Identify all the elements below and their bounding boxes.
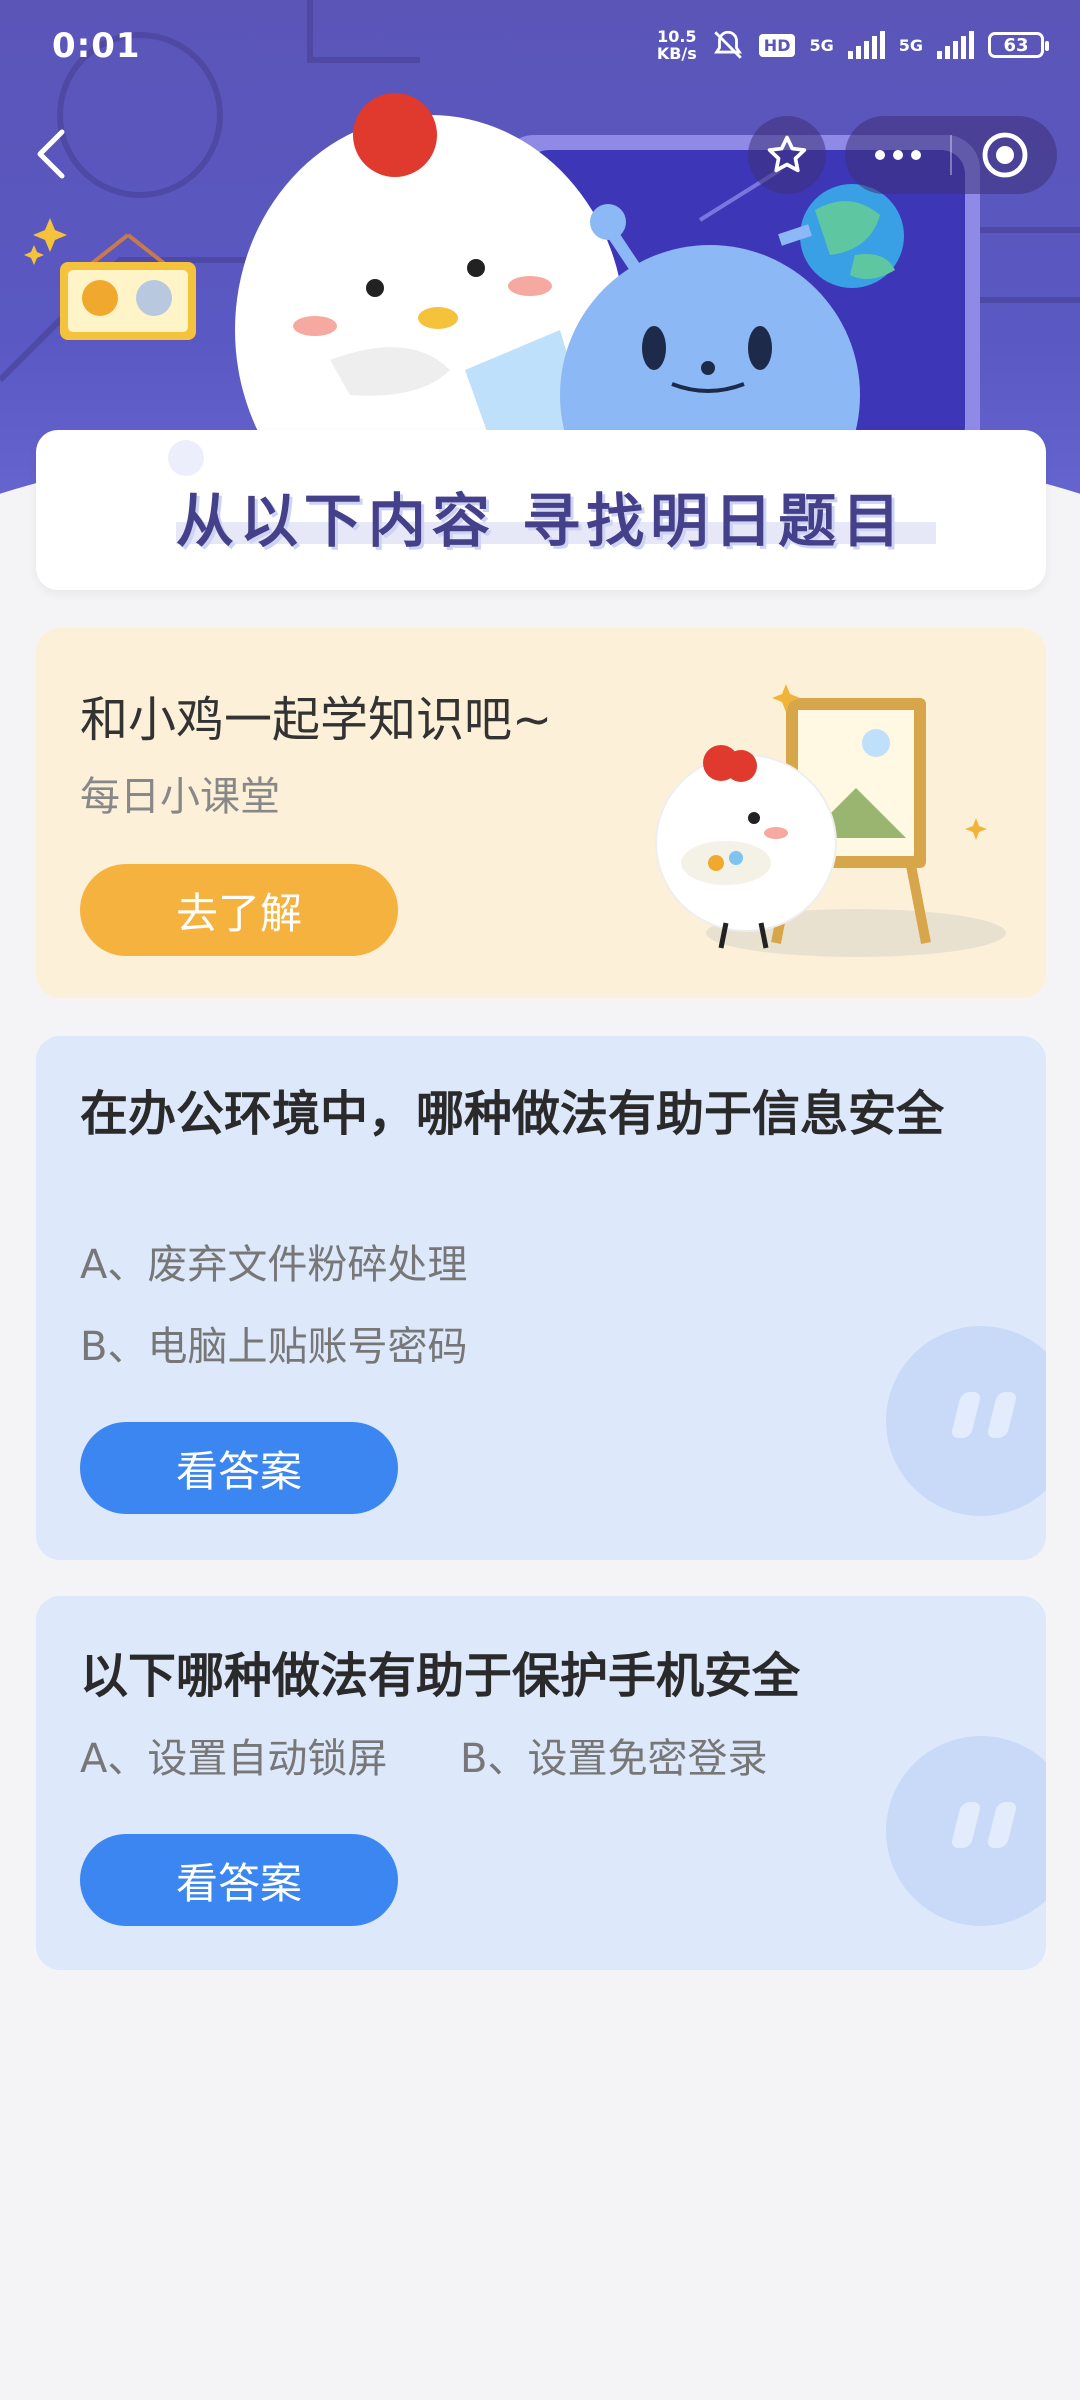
signal-icon [847, 31, 885, 59]
status-icons: 10.5 KB/s HD 5G 5G 63 [656, 27, 1049, 63]
back-button[interactable] [26, 122, 76, 182]
signal-icon [937, 31, 974, 59]
favorite-button[interactable] [748, 116, 826, 194]
chicken-painting-illustration [655, 684, 1006, 957]
learn-card-title: 和小鸡一起学知识吧~ [80, 692, 553, 748]
network-type-1: 5G [809, 35, 834, 55]
battery-level: 63 [1003, 34, 1029, 56]
status-time: 0:01 [52, 26, 141, 66]
hd-badge: HD [758, 33, 796, 57]
back-arrow-icon [37, 129, 65, 179]
question-card: 在办公环境中，哪种做法有助于信息安全 A、废弃文件粉碎处理 B、电脑上贴账号密码… [36, 1036, 1046, 1560]
status-bar: 0:01 10.5 KB/s HD 5G 5G 63 [0, 0, 1080, 100]
mute-bell-icon [713, 30, 742, 59]
question-option-b: B、电脑上贴账号密码 [80, 1324, 468, 1370]
mini-program-capsule [845, 116, 1057, 194]
view-answer-button[interactable]: 看答案 [80, 1422, 398, 1514]
net-speed: 10.5 KB/s [656, 27, 697, 63]
battery-icon: 63 [988, 32, 1049, 58]
view-answer-button[interactable]: 看答案 [80, 1834, 398, 1926]
chat-bubble-icon [886, 1736, 1046, 1926]
more-dots-icon[interactable] [845, 116, 950, 194]
question-title: 以下哪种做法有助于保护手机安全 [80, 1648, 801, 1704]
question-card: 以下哪种做法有助于保护手机安全 A、设置自动锁屏 B、设置免密登录 看答案 [36, 1596, 1046, 1970]
question-option-a: A、废弃文件粉碎处理 [80, 1242, 468, 1288]
banner-title: 从以下内容 寻找明日题目 [175, 487, 907, 555]
star-icon [767, 135, 807, 173]
title-banner: 从以下内容 寻找明日题目 [36, 430, 1046, 590]
network-type-2: 5G [898, 35, 923, 55]
chat-bubble-icon [886, 1326, 1046, 1516]
close-mini-program-button[interactable] [952, 116, 1057, 194]
question-option-a: A、设置自动锁屏 [80, 1736, 388, 1782]
question-title: 在办公环境中，哪种做法有助于信息安全 [80, 1086, 945, 1142]
learn-more-button[interactable]: 去了解 [80, 864, 398, 956]
target-icon [982, 132, 1027, 178]
question-option-b: B、设置免密登录 [460, 1736, 768, 1782]
learn-card-subtitle: 每日小课堂 [80, 774, 280, 820]
learn-card: 和小鸡一起学知识吧~ 每日小课堂 去了解 [36, 628, 1046, 998]
